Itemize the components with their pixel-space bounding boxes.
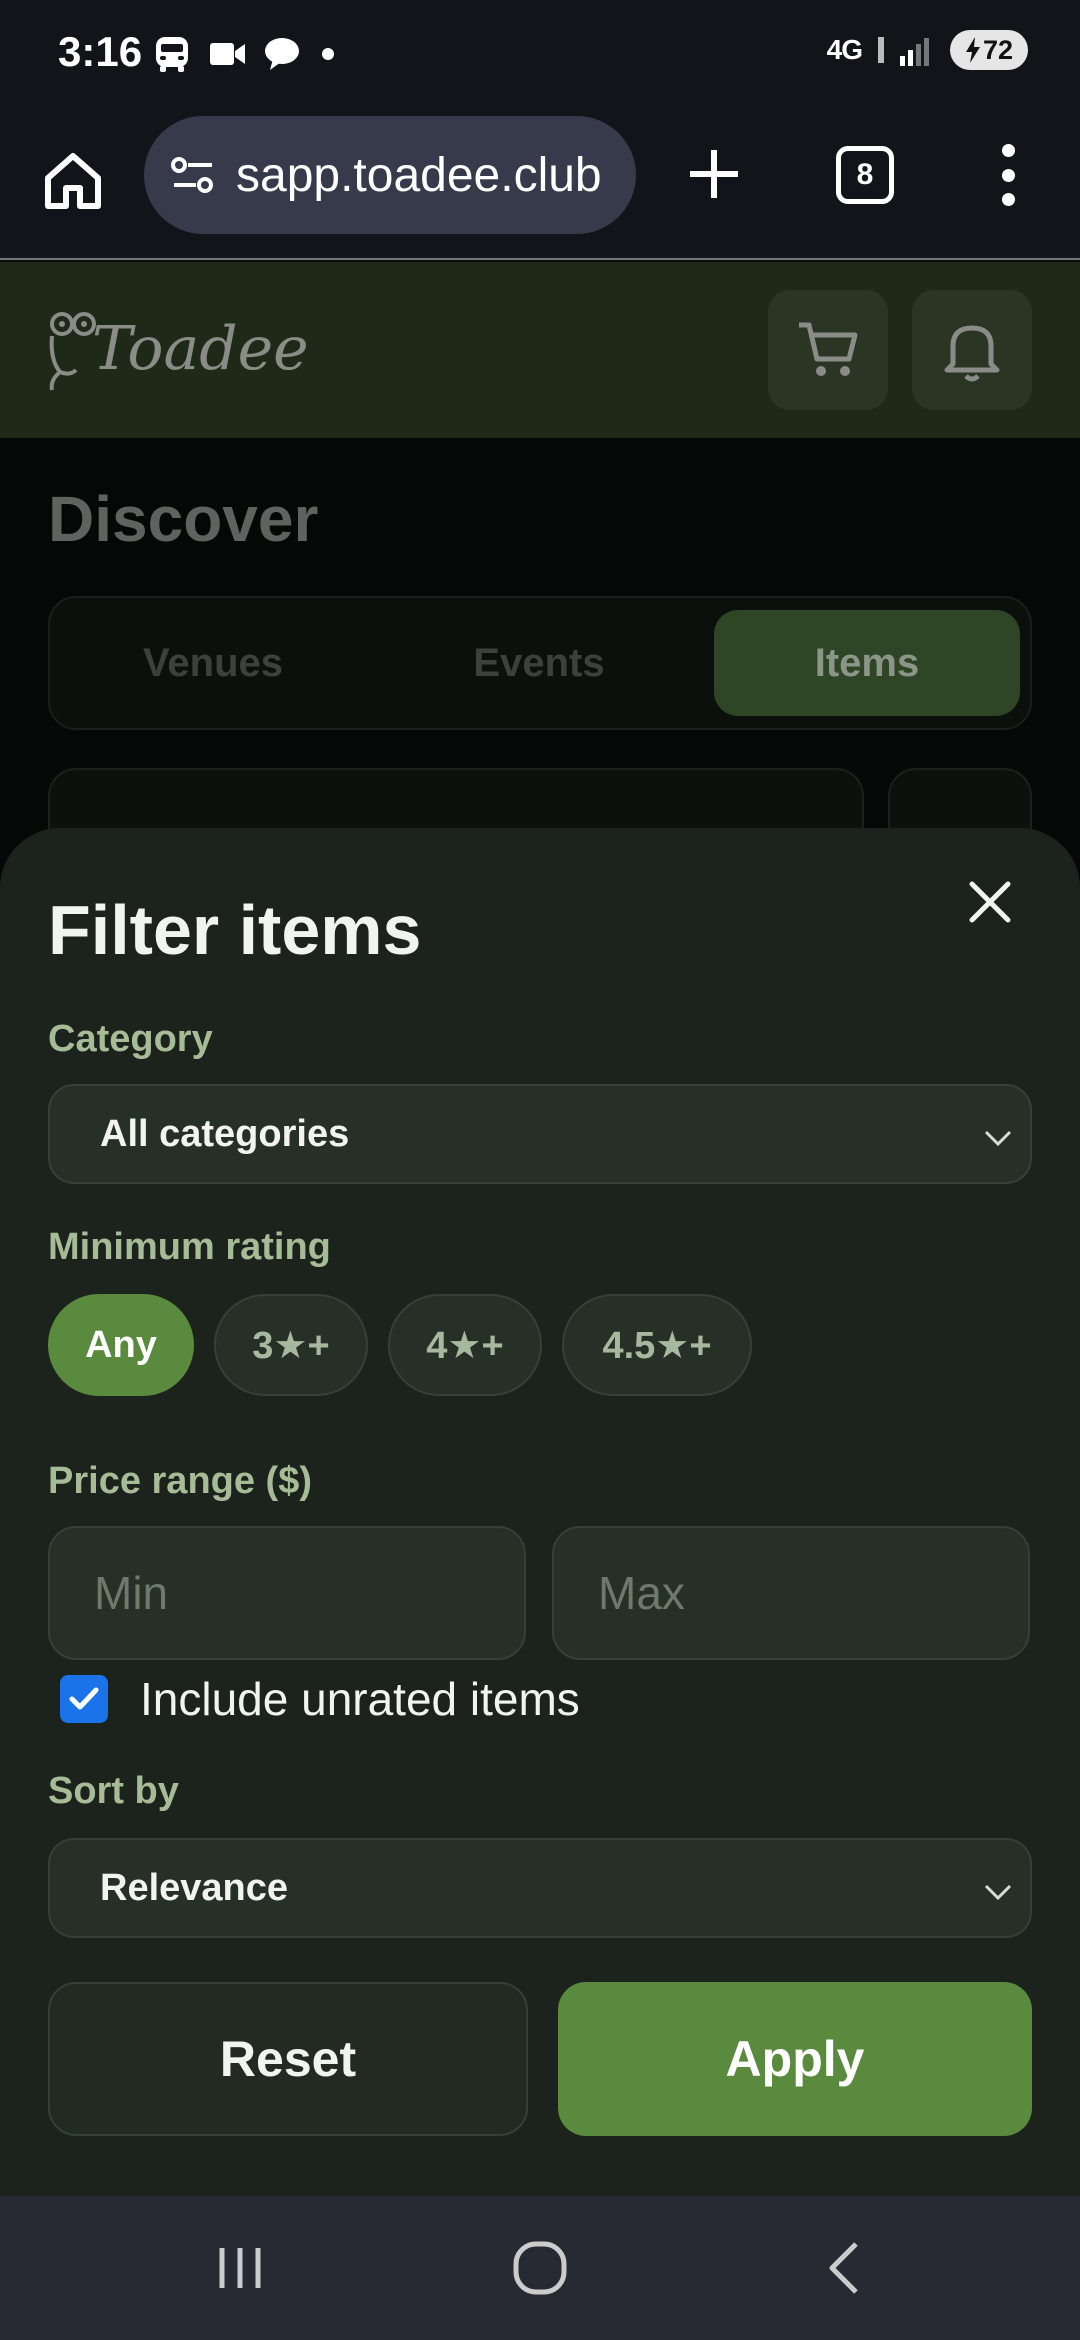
back-icon[interactable] — [816, 2238, 876, 2298]
network-type: 4G — [826, 34, 863, 65]
app-header: Toadee — [0, 262, 1080, 438]
dot-icon — [322, 48, 334, 60]
frog-logo-icon — [49, 312, 96, 391]
status-notification-icons — [152, 34, 338, 74]
discover-tabs: Venues Events Items — [48, 596, 1032, 730]
category-select[interactable]: All categories — [48, 1084, 1032, 1184]
url-bar[interactable]: sapp.toadee.club — [144, 116, 636, 234]
close-icon[interactable] — [960, 872, 1020, 932]
include-unrated-checkbox[interactable] — [60, 1675, 108, 1723]
home-icon[interactable] — [40, 148, 106, 214]
tab-switcher-button[interactable]: 8 — [836, 146, 894, 204]
home-nav-icon[interactable] — [510, 2238, 570, 2298]
signal-icon — [900, 38, 929, 66]
sort-by-value: Relevance — [100, 1866, 289, 1909]
bell-icon — [944, 325, 1000, 382]
include-unrated-row[interactable]: Include unrated items — [60, 1672, 580, 1726]
sort-by-select[interactable]: Relevance — [48, 1838, 1032, 1938]
min-rating-label: Minimum rating — [48, 1226, 331, 1268]
site-settings-icon[interactable] — [170, 155, 216, 195]
sheet-title: Filter items — [48, 891, 422, 969]
tab-venues[interactable]: Venues — [62, 610, 364, 716]
notifications-button[interactable] — [912, 290, 1032, 410]
status-system-icons: 4G 72 — [827, 30, 1028, 70]
tab-events[interactable]: Events — [388, 610, 690, 716]
tab-items[interactable]: Items — [714, 610, 1020, 716]
cart-icon — [799, 322, 858, 376]
rating-chip-any[interactable]: Any — [48, 1294, 194, 1396]
toadee-logo[interactable]: Toadee — [46, 302, 309, 396]
rating-chip-3[interactable]: 3★+ — [214, 1294, 368, 1396]
chevron-down-icon — [984, 1130, 1012, 1147]
price-max-input[interactable] — [552, 1526, 1030, 1660]
cart-button[interactable] — [768, 290, 888, 410]
status-bar: 3:16 4G 72 — [0, 0, 1080, 108]
more-menu-icon[interactable] — [990, 144, 1026, 206]
apply-button[interactable]: Apply — [558, 1982, 1032, 2136]
bus-icon — [156, 37, 188, 72]
new-tab-icon[interactable] — [686, 146, 742, 202]
chat-bubble-icon — [265, 38, 299, 70]
system-nav-bar — [0, 2196, 1080, 2340]
checkmark-icon — [69, 1687, 99, 1710]
page-title: Discover — [48, 483, 319, 555]
chevron-down-icon — [984, 1884, 1012, 1901]
include-unrated-label: Include unrated items — [140, 1673, 580, 1725]
category-label: Category — [48, 1018, 213, 1060]
price-min-input[interactable] — [48, 1526, 526, 1660]
rating-chip-4-5[interactable]: 4.5★+ — [562, 1294, 752, 1396]
price-range-label: Price range ($) — [48, 1460, 312, 1502]
category-value: All categories — [100, 1112, 350, 1155]
battery-level: 72 — [982, 34, 1014, 65]
status-time: 3:16 — [58, 28, 143, 75]
sort-by-label: Sort by — [48, 1770, 179, 1812]
reset-button[interactable]: Reset — [48, 1982, 528, 2136]
rating-chip-4[interactable]: 4★+ — [388, 1294, 542, 1396]
battery-charging-icon: 72 — [950, 30, 1028, 70]
recent-apps-icon[interactable] — [210, 2238, 270, 2298]
video-call-icon — [210, 43, 245, 65]
browser-toolbar: sapp.toadee.club 8 — [0, 108, 1080, 260]
logo-text: Toadee — [92, 314, 309, 384]
lte-icon — [878, 37, 884, 63]
url-text: sapp.toadee.club — [236, 148, 602, 202]
